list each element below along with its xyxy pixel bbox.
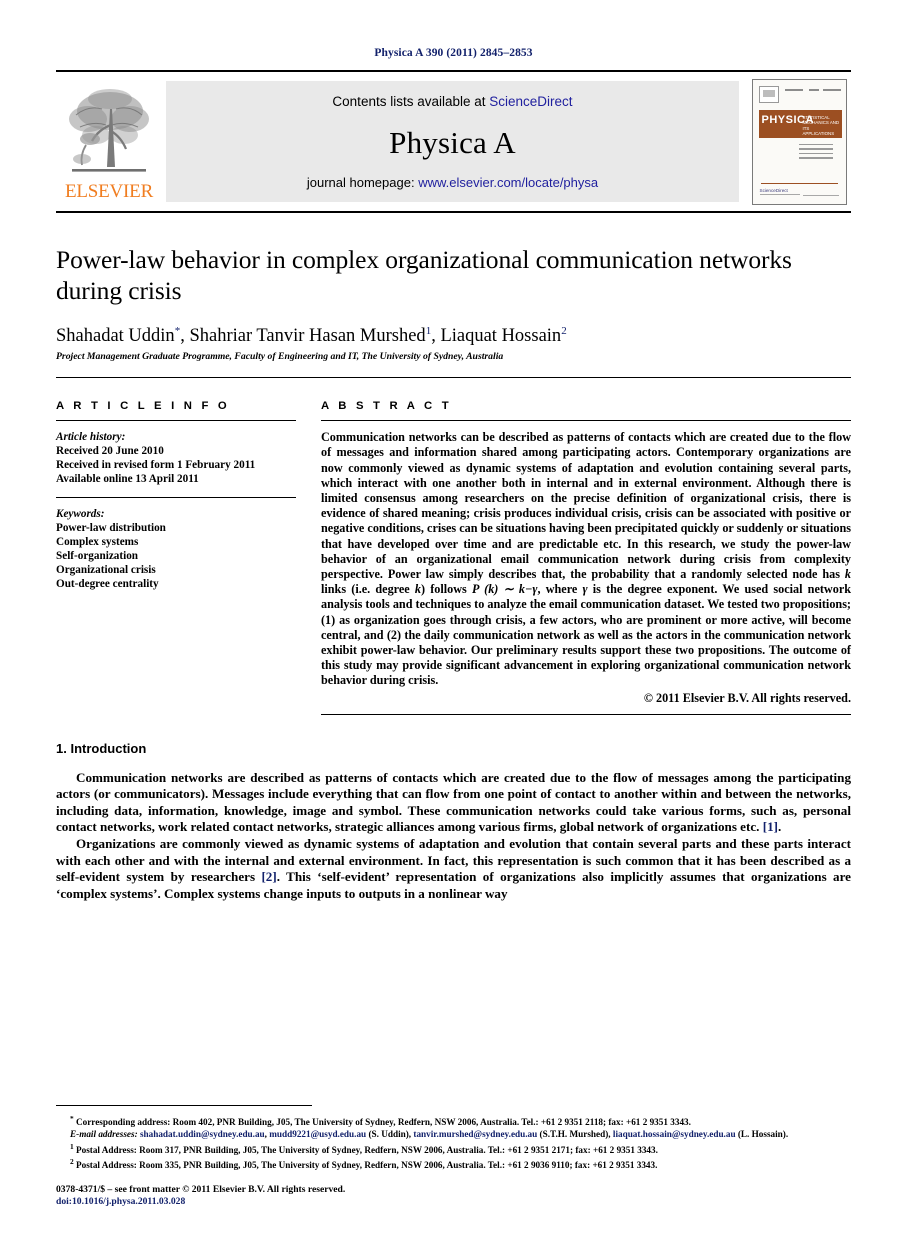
info-abstract-row: A R T I C L E I N F O Article history: R… <box>56 400 851 715</box>
email-attrib-3: (L. Hossain). <box>737 1129 789 1140</box>
citation-link-1[interactable]: [1] <box>763 819 778 834</box>
abstract-formula: P (k) ∼ k−γ <box>471 582 538 597</box>
elsevier-logo: ELSEVIER <box>56 72 162 211</box>
journal-homepage-line: journal homepage: www.elsevier.com/locat… <box>307 175 598 190</box>
footnote-marker-star: * <box>70 1114 74 1124</box>
paper-page: Physica A 390 (2011) 2845–2853 ELSEVIER … <box>0 0 907 1238</box>
cover-divider <box>760 182 838 184</box>
journal-masthead: ELSEVIER Contents lists available at Sci… <box>56 70 851 213</box>
author-name-2: Shahriar Tanvir Hasan Murshed <box>189 326 426 347</box>
cover-image: PHYSICA STATISTICAL MECHANICS AND ITS AP… <box>751 78 847 205</box>
intro-p1-tail: . <box>778 819 782 835</box>
article-history-label: Article history: <box>56 431 126 444</box>
abstract-bottom-divider <box>321 713 851 715</box>
abstract-heading: A B S T R A C T <box>321 400 452 413</box>
doi-line: doi:10.1016/j.physa.2011.03.028 <box>56 1196 851 1208</box>
abstract-divider <box>321 420 851 422</box>
abstract-part-5: is the degree exponent. We used social n… <box>321 582 852 688</box>
intro-p1-text: Communication networks are described as … <box>56 769 851 835</box>
author-affiliation-marker-2: 2 <box>561 325 567 337</box>
cover-publisher-mark-icon <box>758 85 779 103</box>
email-attrib-2: (S.T.H. Murshed), <box>539 1129 611 1140</box>
abstract-part-4: , where <box>537 582 583 597</box>
footnote-note-1-text: Postal Address: Room 317, PNR Building, … <box>76 1144 658 1155</box>
contents-available-line: Contents lists available at ScienceDirec… <box>332 94 572 109</box>
contents-prefix: Contents lists available at <box>332 94 486 109</box>
abstract-part-3: ) follows <box>420 582 472 597</box>
author-list: Shahadat Uddin*, Shahriar Tanvir Hasan M… <box>56 320 851 347</box>
author-name-1: Shahadat Uddin <box>56 326 175 347</box>
email-link-4[interactable]: liaquat.hossain@sydney.edu.au <box>613 1129 736 1139</box>
email-attrib-1: (S. Uddin), <box>368 1129 412 1140</box>
abstract-column: A B S T R A C T Communication networks c… <box>312 400 851 715</box>
title-divider <box>56 377 851 379</box>
footnote-note-1: 1 Postal Address: Room 317, PNR Building… <box>56 1141 851 1157</box>
abstract-part-2: links (i.e. degree <box>321 582 415 597</box>
email-link-1[interactable]: shahadat.uddin@sydney.edu.au <box>140 1129 265 1139</box>
introduction-paragraph-2: Organizations are commonly viewed as dyn… <box>56 836 851 902</box>
abstract-part-1: Communication networks can be described … <box>321 430 851 581</box>
masthead-center-panel: Contents lists available at ScienceDirec… <box>166 81 739 202</box>
cover-sciencedirect-label: ScienceDirect <box>759 187 788 193</box>
footnote-marker-2: 2 <box>70 1157 74 1167</box>
footnote-note-2: 2 Postal Address: Room 335, PNR Building… <box>56 1156 851 1172</box>
cover-banner-subtitle: STATISTICAL MECHANICS AND ITS APPLICATIO… <box>802 114 840 137</box>
footnote-marker-1: 1 <box>70 1141 74 1151</box>
introduction-heading: 1. Introduction <box>56 740 147 756</box>
abstract-copyright: © 2011 Elsevier B.V. All rights reserved… <box>643 690 851 705</box>
running-head: Physica A 390 (2011) 2845–2853 <box>374 47 533 59</box>
elsevier-wordmark: ELSEVIER <box>64 180 154 202</box>
issn-copyright-line: 0378-4371/$ – see front matter © 2011 El… <box>56 1184 346 1195</box>
homepage-prefix: journal homepage: <box>306 175 415 190</box>
page-title: Power-law behavior in complex organizati… <box>56 245 792 305</box>
email-link-3[interactable]: tanvir.murshed@sydney.edu.au <box>413 1129 537 1139</box>
sciencedirect-link[interactable]: ScienceDirect <box>489 94 572 109</box>
journal-title: Physica A <box>389 124 516 160</box>
introduction-paragraph-1: Communication networks are described as … <box>56 770 851 836</box>
footnote-corresponding-text: Corresponding address: Room 402, PNR Bui… <box>76 1117 691 1128</box>
article-history-item: Received 20 June 2010 <box>56 445 164 458</box>
cover-banner: PHYSICA STATISTICAL MECHANICS AND ITS AP… <box>758 109 842 138</box>
email-addresses-label: E-mail addresses: <box>70 1129 138 1140</box>
affiliation-line: Project Management Graduate Programme, F… <box>56 351 504 363</box>
keywords-label: Keywords: <box>56 508 105 521</box>
footnote-zone: * Corresponding address: Room 402, PNR B… <box>56 1105 851 1208</box>
journal-cover-thumbnail: PHYSICA STATISTICAL MECHANICS AND ITS AP… <box>747 72 851 211</box>
cover-editors-lines <box>798 143 833 162</box>
author-name-3: Liaquat Hossain <box>440 326 562 347</box>
article-history-item: Available online 13 April 2011 <box>56 473 199 486</box>
keyword-item: Self-organization <box>56 550 139 563</box>
keywords-divider <box>56 497 296 499</box>
article-history-item: Received in revised form 1 February 2011 <box>56 459 256 472</box>
title-block: Power-law behavior in complex organizati… <box>56 244 851 379</box>
keyword-item: Power-law distribution <box>56 522 166 535</box>
footnote-emails: E-mail addresses: shahadat.uddin@sydney.… <box>56 1129 851 1141</box>
footnote-divider <box>56 1105 312 1107</box>
keyword-item: Organizational crisis <box>56 564 156 577</box>
introduction-section: 1. Introduction Communication networks a… <box>56 741 851 903</box>
article-info-divider <box>56 420 296 422</box>
footnote-note-2-text: Postal Address: Room 335, PNR Building, … <box>76 1160 658 1171</box>
journal-homepage-link[interactable]: www.elsevier.com/locate/physa <box>418 175 598 190</box>
keyword-item: Out-degree centrality <box>56 578 159 591</box>
doi-link[interactable]: doi:10.1016/j.physa.2011.03.028 <box>56 1196 185 1207</box>
article-info-column: A R T I C L E I N F O Article history: R… <box>56 400 312 714</box>
footnote-corresponding: * Corresponding address: Room 402, PNR B… <box>56 1113 851 1129</box>
keyword-item: Complex systems <box>56 536 139 549</box>
abstract-text: Communication networks can be described … <box>321 430 851 688</box>
email-link-2[interactable]: mudd9221@usyd.edu.au <box>269 1129 366 1139</box>
abstract-math-k: k <box>844 566 851 581</box>
article-info-heading: A R T I C L E I N F O <box>56 400 230 413</box>
citation-link-2[interactable]: [2] <box>261 869 276 884</box>
elsevier-tree-icon <box>66 85 152 181</box>
